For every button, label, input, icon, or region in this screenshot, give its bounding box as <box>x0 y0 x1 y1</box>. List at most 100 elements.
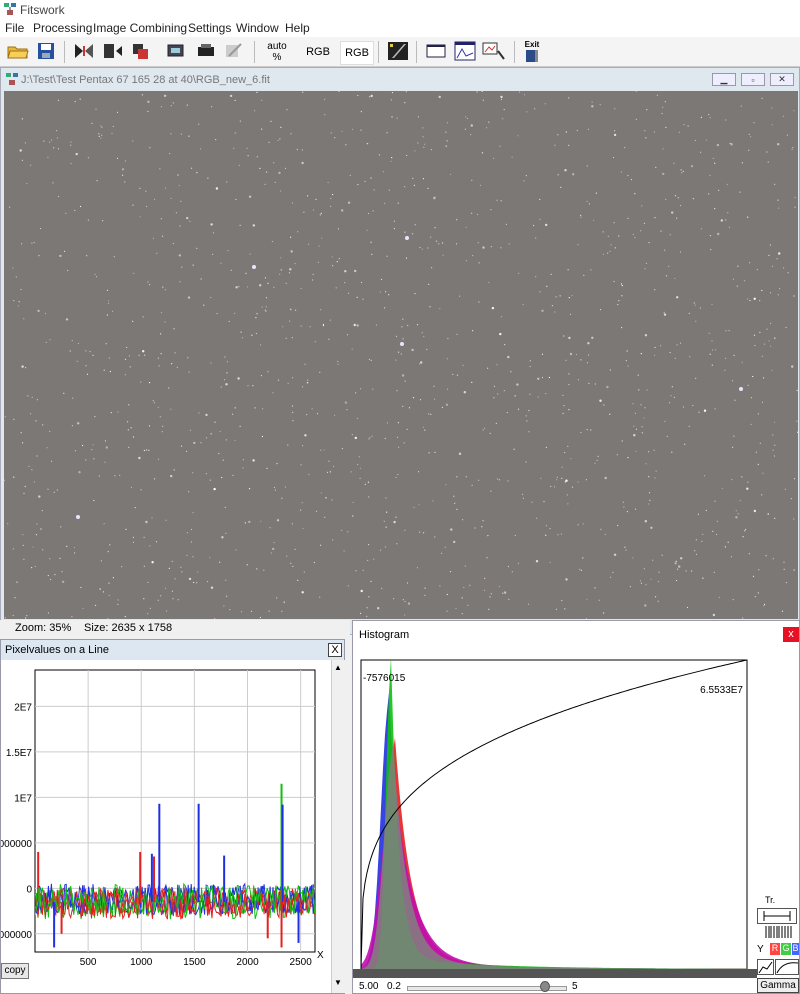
star <box>319 371 321 373</box>
export-icon[interactable] <box>222 40 246 62</box>
menu-file[interactable]: File <box>5 21 24 35</box>
star <box>155 541 158 543</box>
star <box>234 312 236 314</box>
rgb-button[interactable]: RGB <box>302 41 334 63</box>
star <box>705 139 707 141</box>
open-folder-icon[interactable] <box>6 40 30 62</box>
zoom-status: Zoom: 35% <box>15 622 72 634</box>
star <box>241 337 243 339</box>
channel-y-label[interactable]: Y <box>757 944 764 955</box>
star <box>398 446 400 448</box>
star <box>53 491 55 493</box>
star <box>620 283 623 285</box>
save-icon[interactable] <box>34 40 58 62</box>
star <box>214 421 216 423</box>
close-pixel-window-button[interactable]: X <box>328 643 342 657</box>
star <box>385 497 387 499</box>
menu-processing[interactable]: Processing <box>33 21 92 35</box>
window-fit-icon[interactable] <box>424 40 448 62</box>
star <box>680 557 683 560</box>
barcode-icon[interactable] <box>765 926 795 938</box>
star <box>644 604 647 607</box>
channel-r-button[interactable]: R <box>770 943 780 955</box>
channel-g-button[interactable]: G <box>781 943 791 955</box>
star <box>329 471 331 473</box>
star <box>585 618 587 619</box>
star <box>627 174 629 177</box>
rgb-active-button[interactable]: RGB <box>340 41 374 65</box>
star <box>181 571 183 573</box>
star <box>121 566 123 568</box>
star <box>270 552 272 554</box>
star <box>675 560 677 562</box>
star <box>455 243 458 245</box>
close-histogram-button[interactable]: x <box>783 627 799 642</box>
star <box>533 224 535 227</box>
star <box>93 458 95 460</box>
star <box>525 461 527 463</box>
menu-help[interactable]: Help <box>285 21 310 35</box>
star <box>24 142 26 144</box>
star <box>142 316 144 318</box>
scroll-down-icon[interactable]: ▼ <box>334 978 342 987</box>
transfer-range-button[interactable] <box>757 908 797 924</box>
star <box>47 574 49 577</box>
star <box>322 325 325 327</box>
auto-stretch-button[interactable]: auto % <box>262 41 292 63</box>
restore-button[interactable]: ▫ <box>741 73 765 86</box>
image-window[interactable]: J:\Test\Test Pentax 67 165 28 at 40\RGB_… <box>0 67 800 635</box>
astro-image[interactable] <box>4 91 798 619</box>
scroll-up-icon[interactable]: ▲ <box>334 663 342 672</box>
star <box>172 102 174 104</box>
star <box>203 304 205 306</box>
print-preview-icon[interactable] <box>164 40 188 62</box>
star <box>653 131 656 133</box>
y-tick-label: -5000000 <box>1 930 32 941</box>
star <box>395 359 397 361</box>
image-tools-icon[interactable] <box>482 40 506 62</box>
star <box>752 375 754 378</box>
star <box>782 115 784 117</box>
star <box>427 247 429 249</box>
star <box>610 244 612 246</box>
minimize-button[interactable]: ▁ <box>712 73 736 86</box>
copy-button[interactable]: copy <box>1 963 29 979</box>
flip-horizontal-icon[interactable] <box>72 40 96 62</box>
channel-b-button[interactable]: B <box>792 943 799 955</box>
star <box>709 117 711 119</box>
star <box>717 232 720 236</box>
star <box>770 345 772 347</box>
histogram-window[interactable]: Histogram x -7576015 6.5533E7 Tr. Y R G B… <box>352 620 800 994</box>
star <box>644 268 646 270</box>
exit-button[interactable]: Exit <box>520 40 544 62</box>
star <box>709 174 711 176</box>
star <box>568 336 571 340</box>
pixel-scrollbar[interactable]: ▲ ▼ <box>331 660 345 993</box>
menu-window[interactable]: Window <box>236 21 279 35</box>
gamma-slider-thumb[interactable] <box>540 981 550 992</box>
star <box>421 248 423 250</box>
pixel-values-window[interactable]: Pixelvalues on a Line X 500 1000 1500 2000 2… <box>0 639 345 994</box>
rotate-icon[interactable] <box>129 40 153 62</box>
star <box>677 568 679 570</box>
menu-image-combining[interactable]: Image Combining <box>93 21 187 35</box>
star <box>793 569 795 571</box>
print-icon[interactable] <box>194 40 218 62</box>
star <box>46 447 48 449</box>
star <box>35 420 37 422</box>
star <box>267 282 269 284</box>
menu-settings[interactable]: Settings <box>188 21 231 35</box>
flip-vertical-icon[interactable] <box>101 40 125 62</box>
star <box>634 193 636 195</box>
star <box>447 337 449 340</box>
star <box>13 300 15 302</box>
star <box>749 262 751 264</box>
curve-shape-icons[interactable] <box>757 959 799 975</box>
star <box>763 603 766 606</box>
gradient-icon[interactable] <box>386 40 410 62</box>
star <box>251 334 253 336</box>
histogram-window-icon[interactable] <box>453 40 477 62</box>
close-window-button[interactable]: ✕ <box>770 73 794 86</box>
star <box>728 226 731 228</box>
star <box>645 463 647 465</box>
